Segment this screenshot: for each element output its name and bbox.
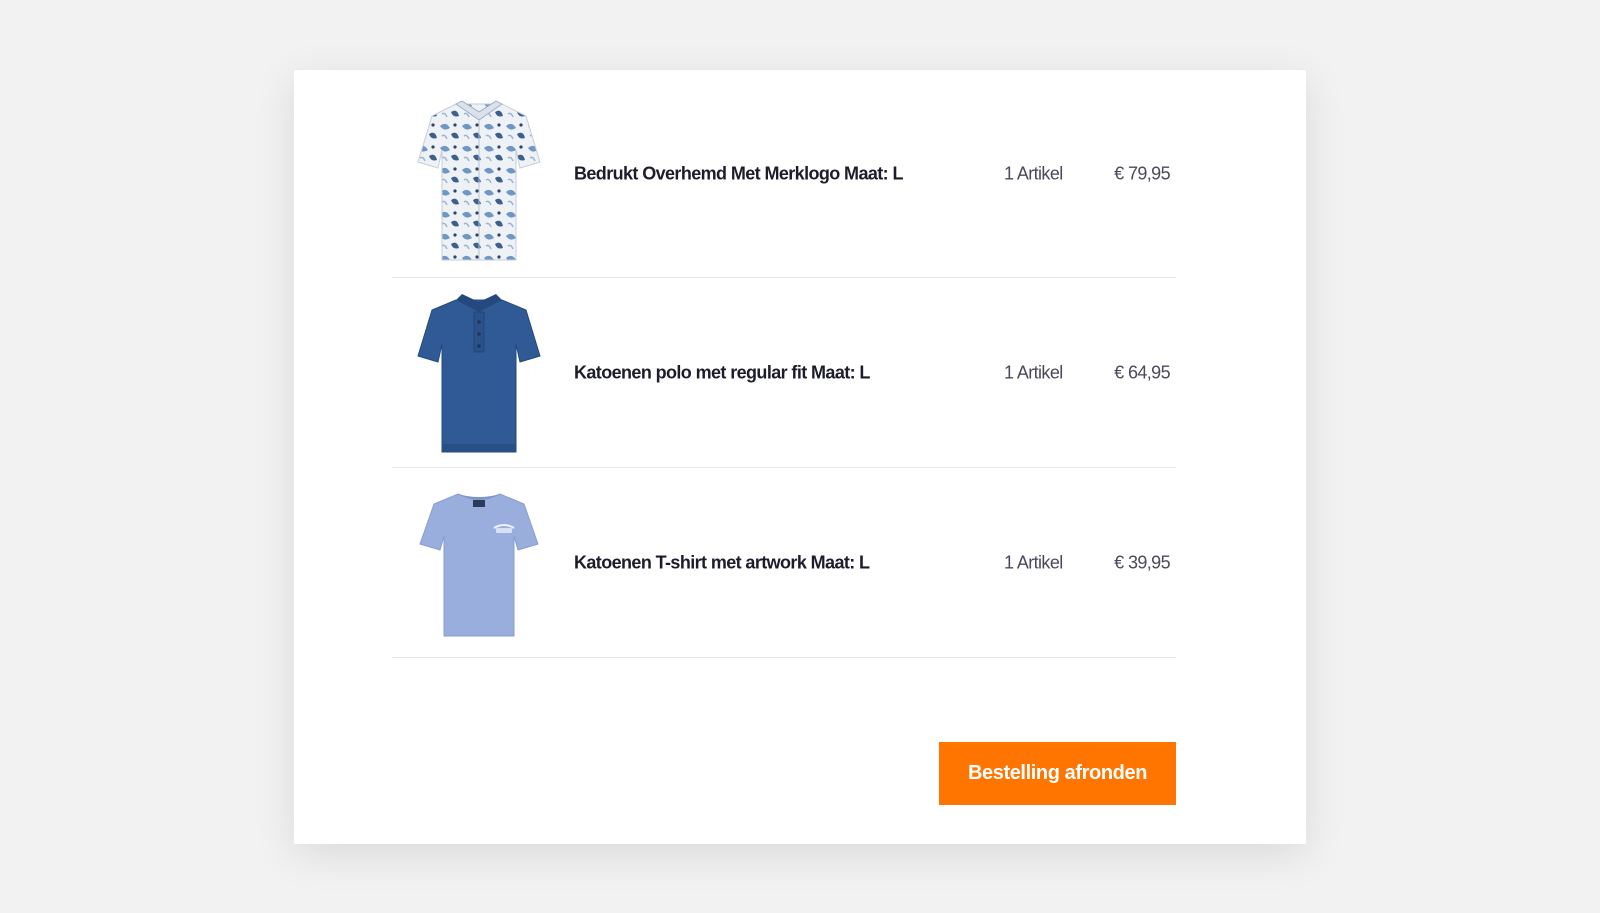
cart-item: Bedrukt Overhemd Met Merklogo Maat: L 1 … — [392, 70, 1176, 278]
order-summary-card: Bedrukt Overhemd Met Merklogo Maat: L 1 … — [294, 70, 1306, 844]
item-quantity: 1 Artikel — [1004, 552, 1063, 572]
checkout-button[interactable]: Bestelling afronden — [939, 742, 1176, 805]
cart-item: Katoenen polo met regular fit Maat: L 1 … — [392, 278, 1176, 468]
item-name[interactable]: Katoenen T-shirt met artwork Maat: L — [574, 552, 870, 573]
item-name[interactable]: Katoenen polo met regular fit Maat: L — [574, 362, 870, 383]
item-quantity: 1 Artikel — [1004, 362, 1063, 382]
item-name[interactable]: Bedrukt Overhemd Met Merklogo Maat: L — [574, 163, 903, 184]
item-price: € 39,95 — [1114, 552, 1170, 572]
item-price: € 79,95 — [1114, 163, 1170, 183]
printed-shirt-icon[interactable] — [416, 98, 542, 264]
polo-shirt-icon[interactable] — [416, 290, 542, 456]
item-price: € 64,95 — [1114, 362, 1170, 382]
t-shirt-icon[interactable] — [416, 480, 542, 646]
cart-item: Katoenen T-shirt met artwork Maat: L 1 A… — [392, 468, 1176, 658]
cart-item-list: Bedrukt Overhemd Met Merklogo Maat: L 1 … — [392, 70, 1176, 658]
item-quantity: 1 Artikel — [1004, 163, 1063, 183]
